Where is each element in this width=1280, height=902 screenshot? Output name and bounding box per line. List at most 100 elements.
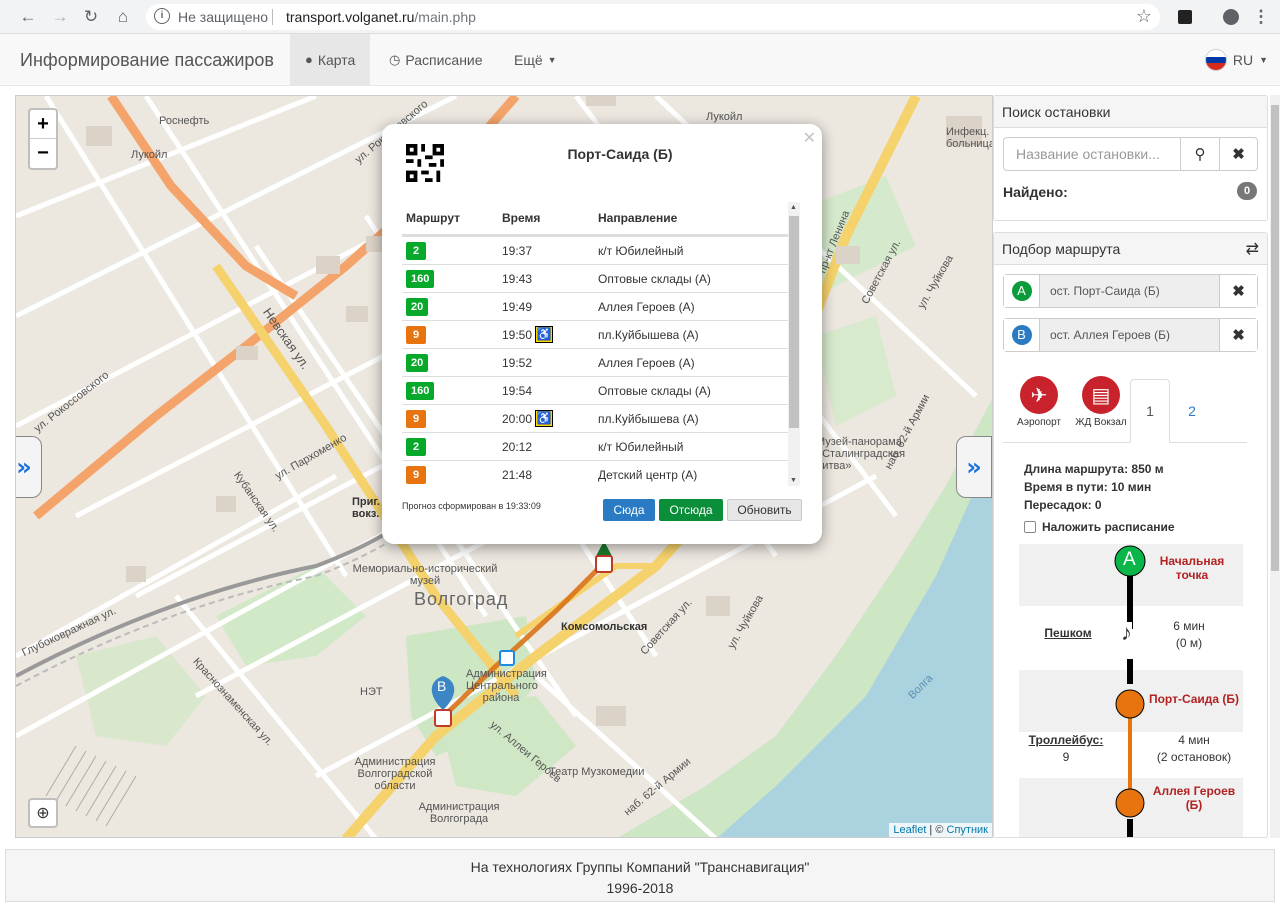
panel-scroll-thumb[interactable] — [1271, 105, 1279, 571]
table-row[interactable]: 9 19:50 ♿ пл.Куйбышева (А) — [402, 320, 788, 348]
zoom-in-button[interactable]: + — [30, 110, 56, 139]
route-badge[interactable]: 2 — [406, 241, 426, 260]
route-tab-1[interactable]: 1 — [1130, 379, 1170, 443]
time-value: 21:48 — [502, 467, 533, 482]
panel-scrollbar[interactable] — [1270, 95, 1280, 838]
nav-more-dropdown[interactable]: Ещё ▼ — [499, 34, 572, 85]
map-label: Лукойл — [706, 111, 743, 123]
map-label: Администрация Центрального района — [466, 668, 547, 704]
address-bar[interactable]: i Не защищено transport.volganet.ru/main… — [146, 4, 1160, 30]
language-selector[interactable]: RU ▼ — [1204, 49, 1268, 71]
time-cell: 19:50 ♿ — [502, 326, 598, 343]
route-cell: 2 — [402, 241, 502, 260]
table-row[interactable]: 20 19:52 Аллея Героев (А) — [402, 348, 788, 376]
map-label: Роснефть — [159, 115, 210, 127]
refresh-button[interactable]: Обновить — [727, 499, 802, 521]
quick-airport[interactable]: ✈ Аэропорт — [1009, 376, 1069, 428]
scroll-thumb[interactable] — [789, 216, 799, 428]
table-row[interactable]: 2 20:12 к/т Юбилейный — [402, 432, 788, 460]
footer: На технологиях Группы Компаний "Транснав… — [5, 849, 1275, 902]
scroll-up-icon[interactable]: ▲ — [790, 204, 797, 211]
route-badge[interactable]: 20 — [406, 353, 429, 372]
forecast-text: Прогноз сформирован в 19:33:09 — [402, 501, 541, 511]
sputnik-link[interactable]: Спутник — [947, 824, 988, 836]
overlay-schedule-option[interactable]: Наложить расписание — [1024, 520, 1175, 534]
route-badge[interactable]: 2 — [406, 437, 426, 456]
overlay-schedule-checkbox[interactable] — [1024, 521, 1036, 533]
route-transfers: Пересадок: 0 — [1024, 498, 1102, 512]
clear-icon[interactable]: ✖ — [1219, 138, 1257, 170]
popup-scrollbar[interactable]: ▲ ▼ — [788, 202, 800, 486]
table-row[interactable]: 9 20:00 ♿ пл.Куйбышева (А) — [402, 404, 788, 432]
reload-icon[interactable]: ↻ — [79, 5, 103, 29]
nav-more-label: Ещё — [514, 51, 543, 68]
arrivals-table: Маршрут Время Направление 2 19:37 к/т Юбил… — [402, 202, 788, 486]
stop2-label: Аллея Героев (Б) — [1152, 784, 1236, 812]
url-text[interactable]: transport.volganet.ru/main.php — [286, 9, 476, 25]
route-tab-2[interactable]: 2 — [1172, 379, 1212, 443]
start-label: Начальная точка — [1159, 554, 1225, 582]
walk-label[interactable]: Пешком — [1028, 626, 1108, 640]
time-cell: 19:52 — [502, 356, 598, 370]
to-here-button[interactable]: Сюда — [603, 499, 655, 521]
walk-distance: (0 м) — [1175, 636, 1203, 650]
stop-search-group: Название остановки... ⚲ ✖ — [1003, 137, 1258, 171]
route-badge[interactable]: 9 — [406, 325, 426, 344]
table-row[interactable]: 9 21:48 Детский центр (А) — [402, 460, 788, 486]
swap-icon[interactable]: ⇄ — [1246, 239, 1259, 259]
point-a-field[interactable]: A ост. Порт-Саида (Б) ✖ — [1003, 274, 1258, 308]
scroll-down-icon[interactable]: ▼ — [790, 477, 797, 484]
table-row[interactable]: 160 19:54 Оптовые склады (А) — [402, 376, 788, 404]
from-here-button[interactable]: Отсюда — [659, 499, 723, 521]
route-badge[interactable]: 9 — [406, 465, 426, 484]
right-panel-toggle[interactable]: » — [956, 436, 992, 498]
time-cell: 21:48 — [502, 468, 598, 482]
close-icon[interactable]: ✕ — [803, 128, 816, 148]
menu-dots-icon[interactable]: ⋮ — [1249, 5, 1273, 29]
nav-schedule[interactable]: ◷ Расписание — [374, 34, 498, 85]
route-badge[interactable]: 9 — [406, 409, 426, 428]
security-label: Не защищено — [178, 9, 268, 25]
bookmark-star-icon[interactable]: ☆ — [1136, 6, 1152, 27]
marker-b-label[interactable]: B — [437, 678, 446, 694]
clear-point-a-icon[interactable]: ✖ — [1219, 275, 1257, 307]
caret-down-icon: ▼ — [547, 54, 557, 65]
table-row[interactable]: 20 19:49 Аллея Героев (А) — [402, 292, 788, 320]
nav-map[interactable]: ● Карта — [290, 34, 371, 85]
point-b-field[interactable]: B ост. Аллея Героев (Б) ✖ — [1003, 318, 1258, 352]
direction-cell: Аллея Героев (А) — [598, 355, 695, 370]
home-icon[interactable]: ⌂ — [111, 5, 135, 29]
point-b-value[interactable]: ост. Аллея Героев (Б) — [1040, 319, 1219, 351]
map-attribution: Leaflet | © Спутник — [889, 823, 992, 837]
direction-cell: Оптовые склады (А) — [598, 271, 711, 286]
profile-icon[interactable] — [1219, 5, 1243, 29]
info-icon[interactable]: i — [154, 8, 170, 24]
table-row[interactable]: 160 19:43 Оптовые склады (А) — [402, 264, 788, 292]
clear-point-b-icon[interactable]: ✖ — [1219, 319, 1257, 351]
back-arrow-icon[interactable]: ← — [16, 5, 40, 29]
zoom-out-button[interactable]: − — [30, 139, 56, 168]
leaflet-link[interactable]: Leaflet — [893, 824, 926, 836]
map-label: НЭТ — [360, 686, 383, 698]
table-row[interactable]: 2 19:37 к/т Юбилейный — [402, 236, 788, 264]
left-panel-toggle[interactable]: » — [16, 436, 42, 498]
locate-button[interactable]: ⊕ — [28, 798, 58, 828]
route-badge[interactable]: 160 — [406, 381, 435, 400]
transport-label[interactable]: Троллейбус: — [1026, 733, 1106, 747]
point-a-value[interactable]: ост. Порт-Саида (Б) — [1040, 275, 1219, 307]
brand-title[interactable]: Информирование пассажиров — [20, 50, 274, 71]
route-badge[interactable]: 160 — [406, 269, 435, 288]
forward-arrow-icon[interactable]: → — [48, 5, 72, 29]
quick-station[interactable]: ▤ ЖД Вокзал — [1071, 376, 1131, 428]
caret-down-icon: ▼ — [1259, 55, 1268, 65]
map-marker-icon: ● — [305, 52, 313, 67]
route-pick-card: Подбор маршрута ⇄ A ост. Порт-Саида (Б) … — [993, 232, 1268, 838]
search-icon[interactable]: ⚲ — [1181, 138, 1219, 170]
walk-time: 6 мин — [1173, 619, 1205, 633]
app-navbar: Информирование пассажиров ● Карта ◷ Расп… — [0, 34, 1280, 86]
stop-search-input[interactable]: Название остановки... — [1004, 138, 1181, 170]
map-label: Администрация Волгограда — [418, 801, 500, 825]
route-badge[interactable]: 20 — [406, 297, 429, 316]
extension-icon[interactable] — [1173, 5, 1197, 29]
found-count-badge: 0 — [1237, 182, 1257, 200]
